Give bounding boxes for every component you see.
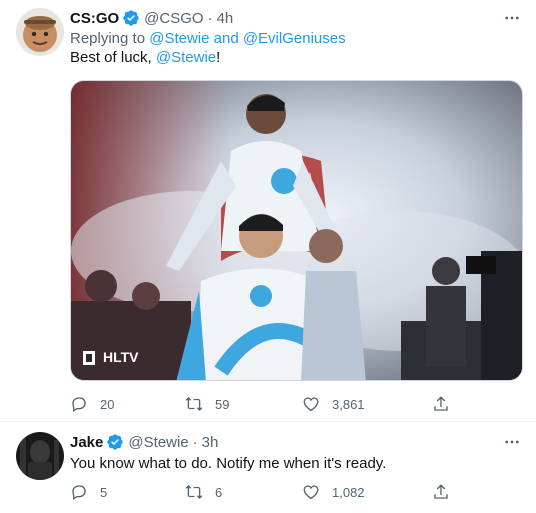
author-name[interactable]: CS:GO	[70, 10, 119, 27]
separator-dot: ·	[207, 9, 213, 27]
stage-photo	[71, 81, 522, 380]
like-count: 3,861	[332, 396, 365, 412]
author-name[interactable]: Jake	[70, 434, 103, 451]
share-button[interactable]	[432, 394, 450, 414]
tweet-text-suffix: !	[216, 49, 221, 66]
tweet-jake[interactable]: Jake @Stewie · 3h You know what to do. N…	[0, 422, 536, 513]
tweet-media-photo[interactable]: HLTV	[70, 80, 523, 381]
like-button[interactable]: 1,082	[302, 482, 365, 502]
retweet-icon	[185, 397, 203, 411]
avatar-jake[interactable]	[16, 432, 64, 480]
timestamp[interactable]: 3h	[202, 434, 219, 451]
share-icon	[434, 396, 448, 411]
replying-prefix: Replying to	[70, 30, 146, 47]
reply-count: 20	[100, 396, 115, 412]
avatar-jake-image	[16, 432, 64, 480]
more-icon[interactable]	[502, 432, 522, 452]
retweet-icon	[185, 485, 203, 499]
like-icon	[303, 485, 319, 500]
author-handle[interactable]: @CSGO	[144, 10, 203, 27]
like-button[interactable]: 3,861	[302, 394, 365, 414]
reply-button[interactable]: 5	[70, 482, 107, 502]
share-icon	[434, 484, 448, 499]
tweet-text-prefix: Best of luck,	[70, 49, 156, 66]
replying-to-users[interactable]: @Stewie and @EvilGeniuses	[149, 30, 345, 47]
reply-count: 5	[100, 484, 108, 500]
mention-link[interactable]: @Stewie	[156, 49, 216, 66]
retweet-count: 6	[215, 484, 223, 500]
author-handle[interactable]: @Stewie	[128, 434, 188, 451]
separator-dot: ·	[192, 433, 198, 451]
reply-icon	[72, 397, 86, 413]
replying-to: Replying to @Stewie and @EvilGeniuses	[70, 30, 346, 47]
tweet-actions: 5 6 1,082	[70, 482, 523, 502]
timestamp[interactable]: 4h	[217, 10, 234, 27]
avatar-csgo-image	[16, 8, 64, 56]
avatar-csgo[interactable]	[16, 8, 64, 56]
like-count: 1,082	[332, 484, 365, 500]
reply-icon	[72, 485, 86, 501]
tweet-actions: 20 59 3,861	[70, 394, 523, 414]
media-watermark: HLTV	[103, 349, 139, 365]
reply-button[interactable]: 20	[70, 394, 114, 414]
tweet-header: Jake @Stewie · 3h	[70, 432, 218, 452]
tweet-header: CS:GO @CSGO · 4h	[70, 8, 233, 28]
retweet-button[interactable]: 59	[185, 394, 229, 414]
verified-badge-icon	[106, 433, 124, 451]
tweet-text: Best of luck, @Stewie!	[70, 48, 220, 68]
tweet-text: You know what to do. Notify me when it's…	[70, 455, 387, 472]
retweet-count: 59	[215, 396, 230, 412]
share-button[interactable]	[432, 482, 450, 502]
retweet-button[interactable]: 6	[185, 482, 222, 502]
hltv-logo-icon	[83, 351, 95, 365]
more-icon[interactable]	[502, 8, 522, 28]
verified-badge-icon	[122, 9, 140, 27]
tweet-csgo[interactable]: CS:GO @CSGO · 4h Replying to @Stewie and…	[0, 0, 536, 422]
like-icon	[303, 397, 319, 412]
